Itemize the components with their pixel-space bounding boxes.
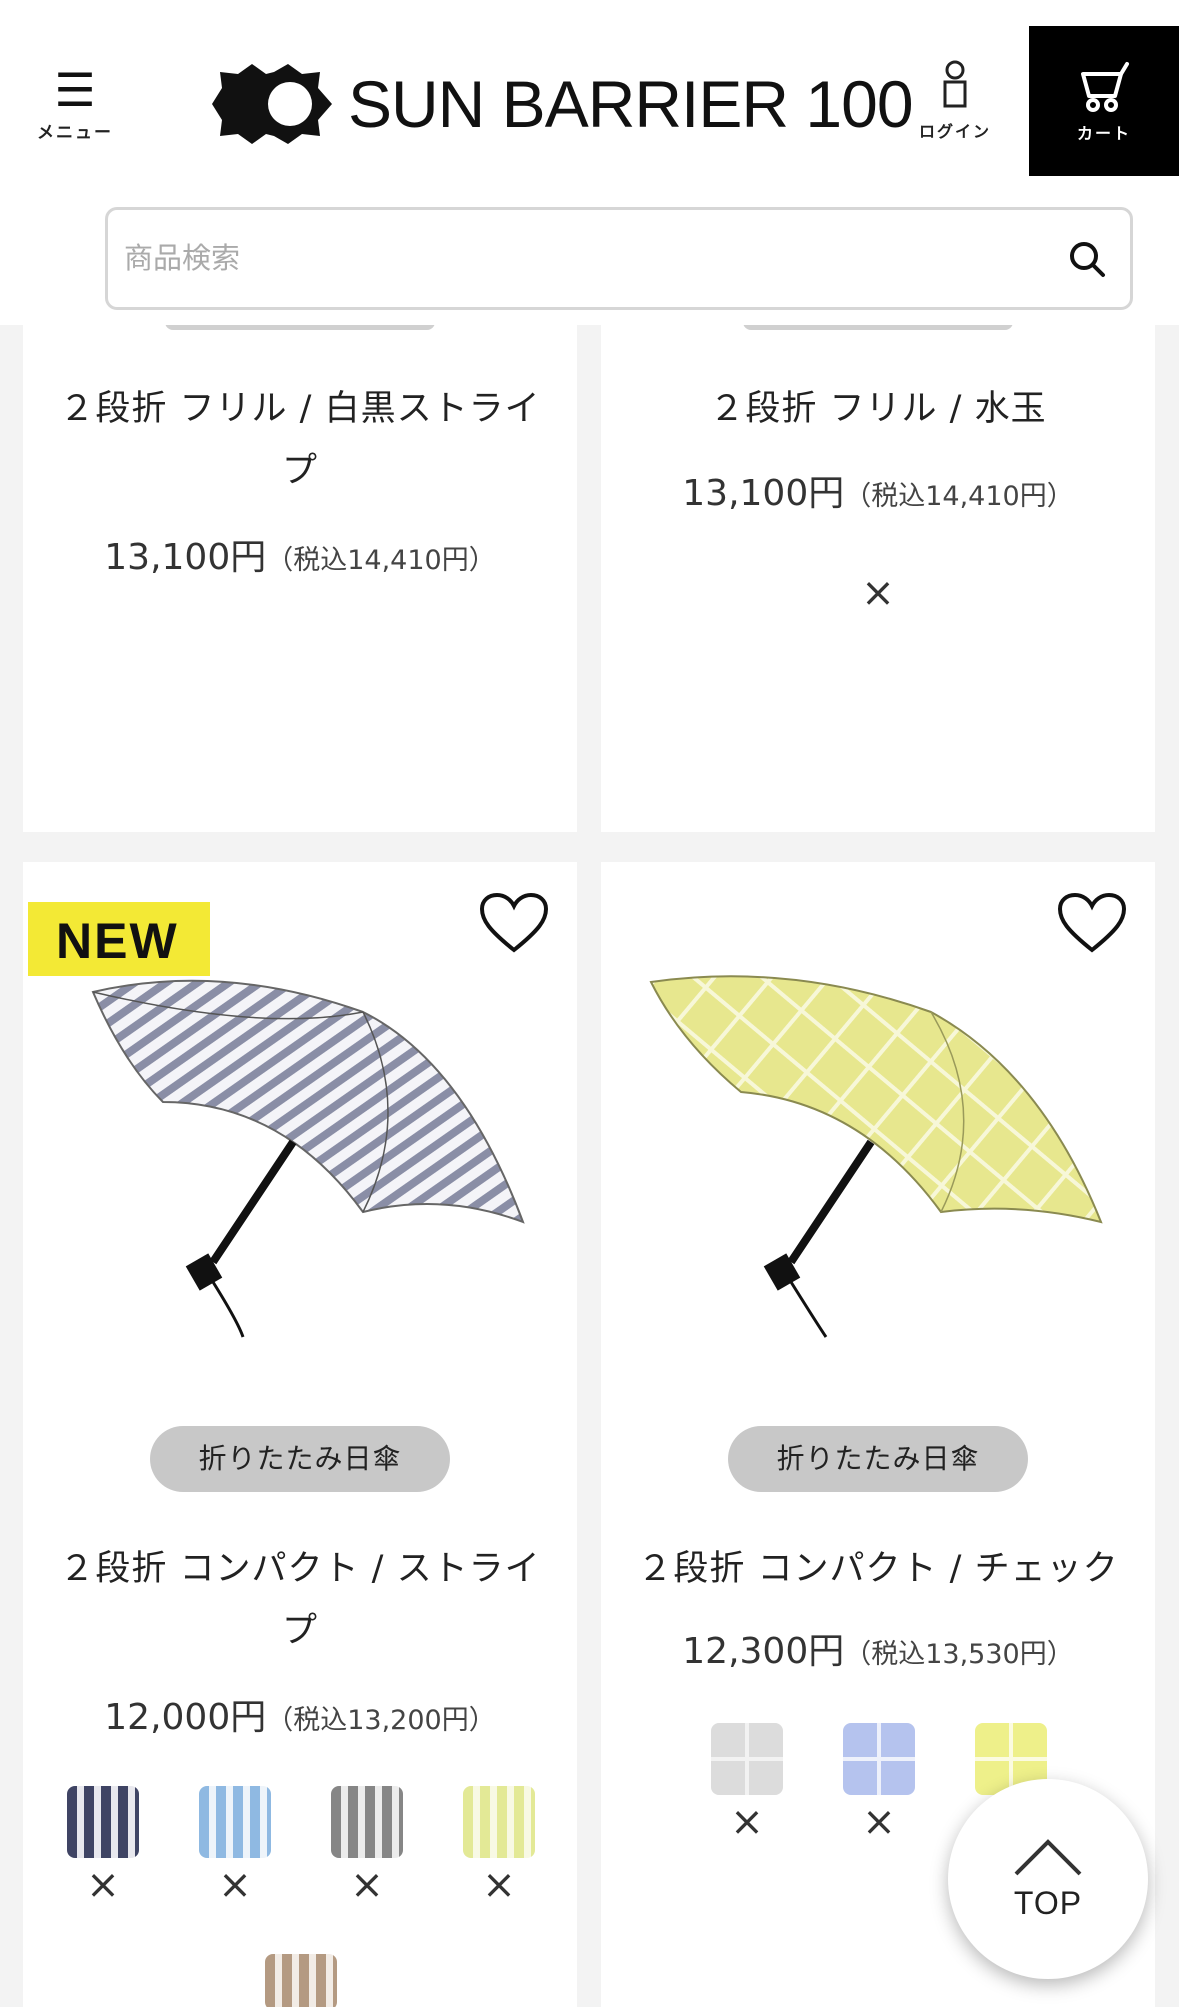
price-tax: （税込14,410円） (266, 545, 496, 576)
sun-logo-icon (212, 64, 332, 144)
product-price: 12,300円（税込13,530円） (601, 1622, 1155, 1674)
unavailable-mark: × (350, 1862, 384, 1908)
login-button[interactable]: ログイン (905, 60, 1005, 150)
product-name-line2: プ (281, 451, 318, 491)
product-price: 12,000円（税込13,200円） (23, 1688, 577, 1740)
product-name-line1: ２段折 フリル / 白黒ストライ (59, 389, 541, 429)
product-price: 13,100円（税込14,410円） (23, 528, 577, 580)
price-tax: （税込14,410円） (844, 481, 1074, 512)
price-value: 13,100円 (682, 473, 845, 514)
back-to-top-label: TOP (1013, 1885, 1083, 1921)
unavailable-mark: × (730, 1799, 764, 1845)
product-name-line1: ２段折 コンパクト / ストライ (59, 1549, 541, 1589)
color-swatch-gray-stripe[interactable] (331, 1786, 403, 1858)
product-name[interactable]: ２段折 コンパクト / チェック (631, 1538, 1125, 1600)
product-image[interactable] (63, 962, 543, 1362)
color-swatch-yellow-stripe[interactable] (463, 1786, 535, 1858)
search-icon[interactable] (1068, 240, 1106, 278)
unavailable-mark: × (862, 1799, 896, 1845)
price-value: 12,300円 (682, 1631, 845, 1672)
unavailable-mark: × (861, 570, 895, 616)
price-tax: （税込13,530円） (844, 1639, 1074, 1670)
favorite-heart-icon[interactable] (1057, 892, 1127, 954)
product-image[interactable] (641, 962, 1121, 1362)
category-pill[interactable]: 折りたたみ日傘 (728, 1426, 1028, 1492)
color-swatch-blue-check[interactable] (843, 1723, 915, 1795)
unavailable-mark: × (86, 1862, 120, 1908)
unavailable-mark: × (218, 1862, 252, 1908)
site-header: ☰ メニュー SUN BARRIER 100 ログイン カート (0, 0, 1179, 325)
menu-button[interactable]: ☰ メニュー (30, 66, 120, 150)
product-name[interactable]: ２段折 コンパクト / ストライ プ (53, 1538, 547, 1662)
product-card[interactable]: ２段折 フリル / 白黒ストライ プ 13,100円（税込14,410円） (23, 240, 577, 832)
brand-wordmark: SUN BARRIER 100 (348, 67, 914, 141)
color-swatch-blue-stripe[interactable] (199, 1786, 271, 1858)
category-pill[interactable]: 折りたたみ日傘 (150, 1426, 450, 1492)
cart-button[interactable]: カート (1029, 26, 1179, 176)
color-swatch-beige-stripe[interactable] (265, 1954, 337, 2007)
hamburger-icon: ☰ (54, 63, 96, 117)
search-input[interactable] (124, 228, 1024, 288)
color-swatch-gray-check[interactable] (711, 1723, 783, 1795)
back-to-top-button[interactable]: TOP (948, 1779, 1148, 1979)
color-swatch-navy-stripe[interactable] (67, 1786, 139, 1858)
login-label: ログイン (918, 122, 991, 141)
cart-label: カート (1076, 124, 1131, 143)
price-value: 13,100円 (104, 537, 267, 578)
product-name[interactable]: ２段折 フリル / 白黒ストライ プ (53, 378, 547, 502)
product-name-line1: ２段折 フリル / 水玉 (709, 389, 1047, 429)
price-value: 12,000円 (104, 1697, 267, 1738)
user-icon (943, 60, 967, 108)
brand-logo[interactable]: SUN BARRIER 100 (208, 64, 914, 144)
product-name-line1: ２段折 コンパクト / チェック (637, 1549, 1119, 1589)
menu-label: メニュー (37, 123, 113, 143)
product-card[interactable]: ２段折 フリル / 水玉 13,100円（税込14,410円） × (601, 240, 1155, 832)
unavailable-mark: × (482, 1862, 516, 1908)
favorite-heart-icon[interactable] (479, 892, 549, 954)
cart-icon (1081, 62, 1129, 112)
product-name[interactable]: ２段折 フリル / 水玉 (631, 378, 1125, 440)
product-name-line2: プ (281, 1611, 318, 1651)
product-card[interactable]: NEW 折りたたみ日傘 ２段折 コンパクト / ストライ プ 12,000円（税… (23, 862, 577, 2007)
search-bar (105, 207, 1133, 310)
price-tax: （税込13,200円） (266, 1705, 496, 1736)
chevron-up-icon (1014, 1839, 1082, 1876)
product-price: 13,100円（税込14,410円） (601, 464, 1155, 516)
